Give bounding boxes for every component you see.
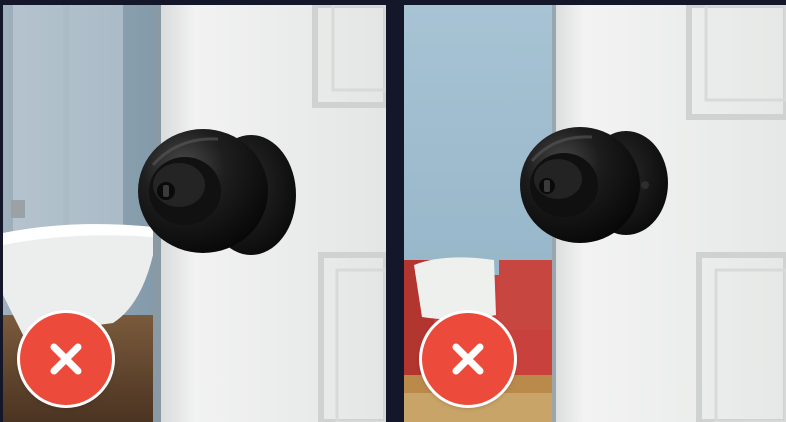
comparison-image [0,0,786,422]
close-icon [452,343,484,375]
close-icon [50,343,82,375]
incorrect-badge-left [20,313,112,405]
incorrect-badge-right [422,313,514,405]
